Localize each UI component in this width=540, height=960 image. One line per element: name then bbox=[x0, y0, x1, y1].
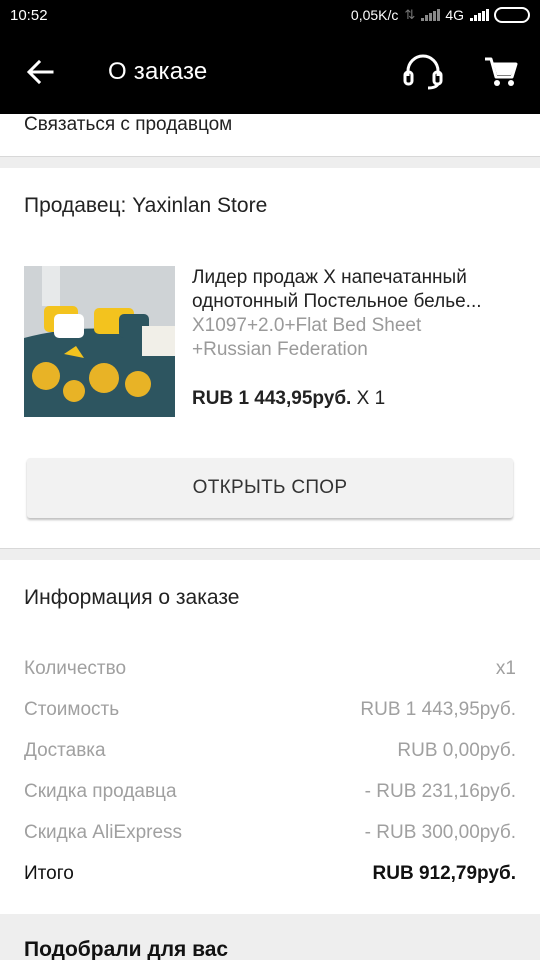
order-row-total: Итого RUB 912,79руб. bbox=[24, 863, 516, 904]
contact-seller-link[interactable]: Связаться с продавцом bbox=[0, 114, 540, 156]
product-quantity: X 1 bbox=[351, 388, 386, 409]
headset-icon bbox=[403, 54, 443, 90]
product-variant: X1097+2.0+Flat Bed Sheet +Russian Federa… bbox=[192, 314, 512, 362]
product-title-line-2: однотонный Постельное белье... bbox=[192, 291, 482, 312]
status-bar: 10:52 0,05K/c ⇅ 4G bbox=[0, 0, 540, 30]
row-value: RUB 1 443,95руб. bbox=[360, 699, 516, 720]
row-value: RUB 912,79руб. bbox=[372, 863, 517, 884]
section-divider bbox=[0, 156, 540, 168]
signal-sim2-icon bbox=[470, 9, 489, 21]
back-button[interactable] bbox=[0, 30, 80, 114]
product-price-row: RUB 1 443,95руб. X 1 bbox=[192, 388, 512, 410]
row-value: x1 bbox=[495, 658, 516, 679]
order-row-cost: Стоимость RUB 1 443,95руб. bbox=[24, 699, 516, 740]
product-title-line-1: Лидер продаж X напечатанный bbox=[192, 267, 467, 288]
row-label: Стоимость bbox=[24, 699, 120, 720]
app-bar: О заказе bbox=[0, 30, 540, 114]
order-info-card: Информация о заказе Количество x1 Стоимо… bbox=[0, 560, 540, 914]
app-bar-actions bbox=[384, 30, 540, 114]
product-variant-line-2: +Russian Federation bbox=[192, 339, 368, 360]
page-title: О заказе bbox=[108, 58, 208, 85]
order-info-title: Информация о заказе bbox=[24, 586, 240, 609]
signal-sim1-icon bbox=[421, 9, 441, 21]
open-dispute-button[interactable]: ОТКРЫТЬ СПОР bbox=[27, 458, 513, 518]
row-label: Скидка продавца bbox=[24, 781, 177, 802]
product-image[interactable] bbox=[24, 266, 175, 417]
status-indicators: 0,05K/c ⇅ 4G bbox=[351, 7, 530, 23]
row-label: Количество bbox=[24, 658, 127, 679]
row-value: RUB 0,00руб. bbox=[397, 740, 516, 761]
data-arrows-icon: ⇅ bbox=[404, 7, 416, 22]
cart-icon bbox=[485, 57, 518, 86]
product-item[interactable]: Лидер продаж X напечатанный однотонный П… bbox=[24, 266, 516, 417]
order-row-aliexpress-discount: Скидка AliExpress - RUB 300,00руб. bbox=[24, 822, 516, 863]
row-value: - RUB 300,00руб. bbox=[364, 822, 516, 843]
support-button[interactable] bbox=[384, 30, 462, 114]
network-type: 4G bbox=[445, 7, 464, 23]
cart-button[interactable] bbox=[462, 30, 540, 114]
arrow-left-icon bbox=[26, 59, 54, 85]
network-speed: 0,05K/c bbox=[350, 7, 399, 23]
seller-name[interactable]: Продавец: Yaxinlan Store bbox=[24, 194, 267, 218]
row-label: Скидка AliExpress bbox=[24, 822, 183, 843]
order-row-seller-discount: Скидка продавца - RUB 231,16руб. bbox=[24, 781, 516, 822]
battery-icon bbox=[494, 7, 530, 23]
page-content: Связаться с продавцом Продавец: Yaxinlan… bbox=[0, 114, 540, 960]
product-title: Лидер продаж X напечатанный однотонный П… bbox=[192, 266, 512, 314]
row-label: Итого bbox=[24, 863, 74, 884]
row-value: - RUB 231,16руб. bbox=[364, 781, 516, 802]
section-divider bbox=[0, 548, 540, 560]
row-label: Доставка bbox=[24, 740, 106, 761]
order-info-list: Количество x1 Стоимость RUB 1 443,95руб.… bbox=[24, 658, 516, 904]
recommendations-header: Подобрали для вас bbox=[0, 914, 540, 960]
order-row-quantity: Количество x1 bbox=[24, 658, 516, 699]
order-row-shipping: Доставка RUB 0,00руб. bbox=[24, 740, 516, 781]
bedding-picture bbox=[24, 266, 175, 417]
seller-card: Продавец: Yaxinlan Store Лидер продаж X … bbox=[0, 168, 540, 548]
product-variant-line-1: X1097+2.0+Flat Bed Sheet bbox=[192, 315, 422, 336]
status-time: 10:52 bbox=[10, 6, 48, 24]
product-price: RUB 1 443,95руб. bbox=[192, 388, 352, 409]
product-info: Лидер продаж X напечатанный однотонный П… bbox=[192, 266, 512, 417]
